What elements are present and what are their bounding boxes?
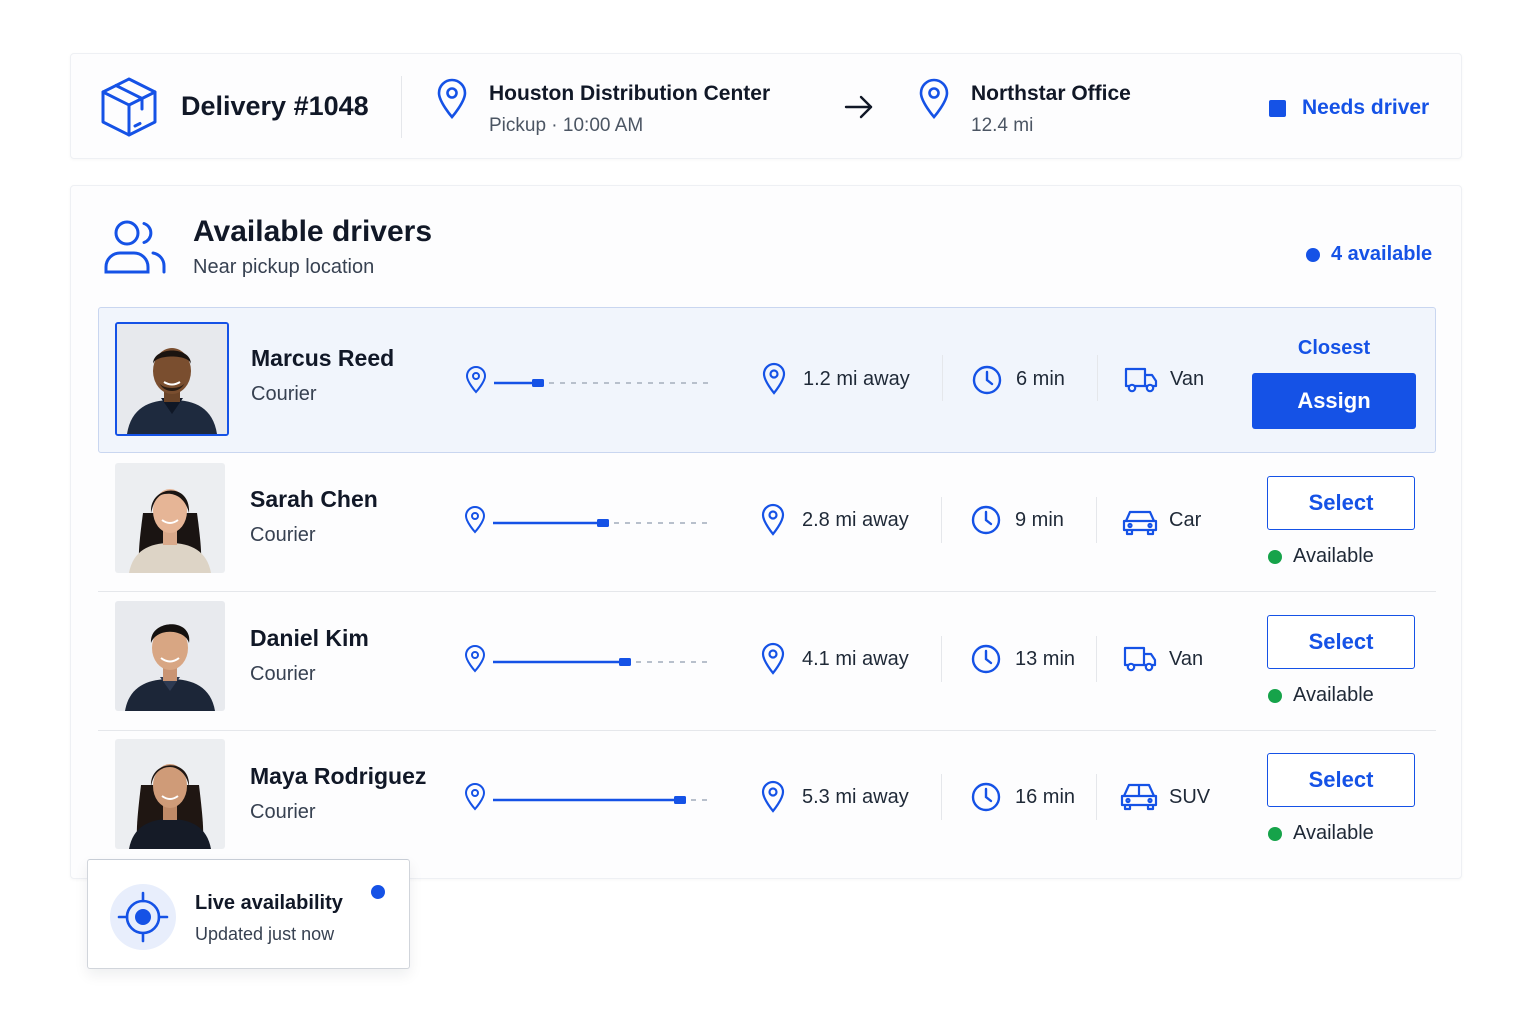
distance-value: 4.1 mi away	[802, 648, 909, 670]
eta-value: 6 min	[1016, 368, 1065, 390]
driver-role: Courier	[251, 383, 317, 405]
map-pin-icon	[465, 366, 487, 394]
select-button[interactable]: Select	[1267, 615, 1415, 669]
package-icon	[101, 77, 157, 137]
available-dot-icon	[1268, 827, 1282, 841]
driver-name: Marcus Reed	[251, 345, 395, 371]
pickup-name: Houston Distribution Center	[489, 82, 771, 105]
track-marker	[532, 379, 544, 387]
availability-status: Available	[1293, 545, 1374, 567]
map-pin-icon	[761, 780, 785, 813]
proximity-track	[493, 519, 713, 527]
pickup-pin-icon	[437, 78, 467, 119]
track-marker	[674, 796, 686, 804]
section-subtitle: Near pickup location	[193, 256, 375, 278]
map-pin-icon	[464, 506, 486, 534]
van-icon	[1124, 367, 1158, 393]
eta-value: 13 min	[1015, 648, 1076, 670]
available-dot-icon	[1268, 689, 1282, 703]
driver-row[interactable]: Sarah Chen Courier 2.8 mi away 9 min Car…	[98, 453, 1436, 592]
map-pin-icon	[761, 642, 785, 675]
pickup-detail: Pickup · 10:00 AM	[489, 115, 644, 136]
driver-row[interactable]: Maya Rodriguez Courier 5.3 mi away 16 mi…	[98, 731, 1436, 871]
map-pin-icon	[762, 362, 786, 395]
availability-status: Available	[1293, 684, 1374, 706]
proximity-track	[493, 658, 713, 666]
driver-name: Sarah Chen	[250, 486, 378, 512]
divider	[1096, 636, 1097, 682]
closest-tag: Closest	[1297, 337, 1371, 359]
live-indicator-icon	[371, 885, 385, 899]
map-pin-icon	[761, 503, 785, 536]
clock-icon	[971, 644, 1001, 674]
avatar	[115, 739, 225, 849]
vehicle-type: SUV	[1169, 786, 1211, 808]
drivers-panel: Available drivers Near pickup location 4…	[70, 185, 1462, 879]
status-indicator-icon	[1269, 100, 1286, 117]
map-pin-icon	[464, 645, 486, 673]
map-pin-icon	[464, 783, 486, 811]
divider	[1097, 355, 1098, 401]
divider	[1096, 497, 1097, 543]
section-title: Available drivers	[193, 215, 433, 248]
proximity-track	[493, 796, 713, 804]
status-badge: Needs driver	[1302, 96, 1430, 119]
crosshair-icon	[110, 884, 176, 950]
divider	[1096, 774, 1097, 820]
dropoff-distance: 12.4 mi	[971, 115, 1034, 136]
dropoff-pin-icon	[919, 78, 949, 119]
track-marker	[619, 658, 631, 666]
avatar	[115, 322, 229, 436]
select-button[interactable]: Select	[1267, 476, 1415, 530]
users-icon	[104, 220, 166, 274]
car-icon	[1122, 510, 1158, 536]
suv-icon	[1120, 783, 1158, 811]
live-subtitle: Updated just now	[195, 924, 335, 944]
van-icon	[1123, 646, 1157, 672]
live-title: Live availability	[195, 892, 343, 914]
driver-role: Courier	[250, 524, 316, 546]
divider	[941, 497, 942, 543]
eta-value: 9 min	[1015, 509, 1064, 531]
divider	[942, 355, 943, 401]
available-dot-icon	[1268, 550, 1282, 564]
availability-status: Available	[1293, 822, 1374, 844]
divider	[401, 76, 402, 138]
driver-name: Daniel Kim	[250, 625, 369, 651]
delivery-title: Delivery #1048	[181, 91, 369, 121]
driver-role: Courier	[250, 801, 316, 823]
driver-role: Courier	[250, 663, 316, 685]
clock-icon	[971, 505, 1001, 535]
delivery-card: Delivery #1048 Houston Distribution Cent…	[70, 53, 1462, 159]
avatar	[115, 463, 225, 573]
proximity-track	[494, 379, 714, 387]
vehicle-type: Car	[1169, 509, 1202, 531]
live-availability-card: Live availability Updated just now	[87, 859, 410, 969]
clock-icon	[972, 365, 1002, 395]
available-count: 4 available	[1331, 243, 1433, 265]
arrow-right-icon	[844, 95, 873, 119]
assign-button[interactable]: Assign	[1252, 373, 1416, 429]
availability-dot-icon	[1306, 248, 1320, 262]
dropoff-name: Northstar Office	[971, 82, 1131, 105]
select-button[interactable]: Select	[1267, 753, 1415, 807]
track-marker	[597, 519, 609, 527]
clock-icon	[971, 782, 1001, 812]
vehicle-type: Van	[1170, 368, 1205, 390]
driver-row[interactable]: Marcus Reed Courier 1.2 mi away 6 min Va…	[98, 307, 1436, 453]
vehicle-type: Van	[1169, 648, 1204, 670]
avatar	[115, 601, 225, 711]
driver-name: Maya Rodriguez	[250, 763, 427, 789]
distance-value: 1.2 mi away	[803, 368, 910, 390]
divider	[941, 774, 942, 820]
divider	[941, 636, 942, 682]
eta-value: 16 min	[1015, 786, 1076, 808]
driver-row[interactable]: Daniel Kim Courier 4.1 mi away 13 min Va…	[98, 592, 1436, 731]
distance-value: 2.8 mi away	[802, 509, 909, 531]
distance-value: 5.3 mi away	[802, 786, 909, 808]
